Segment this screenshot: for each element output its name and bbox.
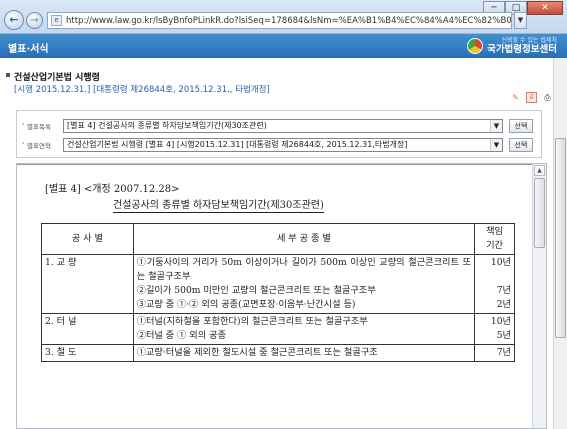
detail-entry: ①교량·터널을 제외한 철도시설 중 철근콘크리트 또는 철골구조	[136, 347, 378, 358]
site-header: 별표·서식 신뢰할 수 있는 법제처 국가법령정보센터	[0, 34, 567, 58]
construction-type-cell: 2. 터 널	[41, 313, 134, 345]
page-section-title: 별표·서식	[8, 44, 49, 55]
detail-cell: ①터널(지하철을 포함한다)의 철근콘크리트 또는 철골구조부 ②터널 중 ① 외…	[132, 313, 476, 345]
scroll-thumb[interactable]	[534, 178, 545, 248]
detail-entry: ②터널 중 ① 외의 공종	[136, 330, 227, 341]
page-scrollbar[interactable]	[553, 58, 567, 429]
column-header-detail: 세 부 공 종 별	[132, 223, 476, 255]
document-toolbar: ✎ ⇩ ⎙	[510, 92, 553, 103]
address-dropdown-button[interactable]: ▼	[514, 12, 527, 29]
table-row: 1. 교 량 ①기둥사이의 거리가 50m 이상이거나 길이가 500m 이상인 …	[41, 254, 515, 314]
construction-type-cell: 1. 교 량	[41, 254, 134, 314]
detail-entry: ③교량 중 ①·② 외의 공종(교면포장·이음부·난간시설 등)	[136, 299, 356, 310]
detail-cell: ①교량·터널을 제외한 철도시설 중 철근콘크리트 또는 철골구조	[132, 344, 476, 362]
address-bar[interactable]: e http://www.law.go.kr/lsByBnfoPLinkR.do…	[47, 12, 512, 29]
bookmark-icon[interactable]: ✎	[510, 92, 521, 103]
history-select-button[interactable]: 선택	[509, 138, 533, 152]
annex-selection-panel: 별표목록 [별표 4] 건설공사의 종류별 하자담보책임기간(제30조관련) ▼…	[16, 110, 542, 158]
brand-slogan: 신뢰할 수 있는 법제처	[501, 37, 557, 44]
annex-history-label: 별표연혁	[17, 139, 61, 150]
detail-entry: ①터널(지하철을 포함한다)의 철근콘크리트 또는 철골구조부	[136, 316, 368, 327]
detail-cell: ①기둥사이의 거리가 50m 이상이거나 길이가 500m 이상인 교량의 철근…	[132, 254, 476, 314]
table-header-row: 공 사 별 세 부 공 종 별 책임 기간	[41, 223, 515, 255]
page-icon: e	[51, 15, 62, 26]
annex-list-select[interactable]: [별표 4] 건설공사의 종류별 하자담보책임기간(제30조관련) ▼	[63, 119, 503, 133]
period-entry: 7년	[496, 347, 511, 358]
annex-history-row: 별표연혁 건설산업기본법 시행령 [별표 4] [시행2015.12.31] […	[17, 137, 541, 153]
period-header-line2: 기간	[486, 240, 503, 251]
scroll-up-button[interactable]: ▲	[534, 165, 545, 176]
period-entry: 10년	[490, 316, 511, 327]
back-button[interactable]: ←	[4, 10, 24, 30]
annex-title: 건설공사의 종류별 하자담보책임기간(제30조관련)	[113, 196, 324, 213]
period-entry: 5년	[496, 330, 511, 341]
table-body: 1. 교 량 ①기둥사이의 거리가 50m 이상이거나 길이가 500m 이상인 …	[41, 254, 515, 362]
document-scrollbar[interactable]: ▲	[532, 164, 546, 428]
period-header-line1: 책임	[486, 226, 503, 237]
table-row: 2. 터 널 ①터널(지하철을 포함한다)의 철근콘크리트 또는 철골구조부 ②터널…	[41, 313, 515, 345]
detail-entry: ②길이가 500m 미만인 교량의 철근콘크리트 또는 철골구조부	[136, 285, 376, 296]
period-entry: 7년	[496, 285, 511, 296]
detail-entry: ①기둥사이의 거리가 50m 이상이거나 길이가 500m 이상인 교량의 철근…	[136, 257, 472, 282]
document-viewer[interactable]: [별표 4] <개정 2007.12.28> 건설공사의 종류별 하자담보책임기…	[16, 163, 547, 429]
period-cell: 7년	[474, 344, 515, 362]
annex-heading: [별표 4] <개정 2007.12.28>	[45, 184, 180, 195]
column-header-type: 공 사 별	[41, 223, 134, 255]
site-brand[interactable]: 신뢰할 수 있는 법제처 국가법령정보센터	[467, 37, 557, 55]
logo-icon	[467, 38, 484, 54]
period-cell: 10년 7년 2년	[474, 254, 515, 314]
table-row: 3. 철 도 ①교량·터널을 제외한 철도시설 중 철근콘크리트 또는 철골구조 7…	[41, 344, 515, 362]
brand-name: 국가법령정보센터	[487, 44, 557, 55]
construction-type-cell: 3. 철 도	[41, 344, 134, 362]
annex-history-value: 건설산업기본법 시행령 [별표 4] [시행2015.12.31] [대통령령 …	[67, 140, 408, 149]
column-header-period: 책임 기간	[474, 223, 515, 255]
chevron-down-icon: ▼	[490, 120, 502, 132]
law-title: 건설산업기본법 시행령	[6, 70, 100, 83]
law-subtitle: [시행 2015.12.31.] [대통령령 제26844호, 2015.12.…	[14, 85, 270, 95]
page-scroll-thumb[interactable]	[555, 138, 566, 338]
period-entry: 2년	[496, 299, 511, 310]
annex-select-button[interactable]: 선택	[509, 119, 533, 133]
browser-toolbar: ─ □ ✕ ← → e http://www.law.go.kr/lsByBnf…	[0, 0, 567, 34]
period-cell: 10년 5년	[474, 313, 515, 345]
annex-list-row: 별표목록 [별표 4] 건설공사의 종류별 하자담보책임기간(제30조관련) ▼…	[17, 118, 541, 134]
save-icon[interactable]: ⇩	[526, 92, 537, 103]
url-text[interactable]: http://www.law.go.kr/lsByBnfoPLinkR.do?l…	[66, 16, 511, 26]
close-button[interactable]: ✕	[527, 1, 563, 15]
annex-history-select[interactable]: 건설산업기본법 시행령 [별표 4] [시행2015.12.31] [대통령령 …	[63, 138, 503, 152]
liability-period-table: 공 사 별 세 부 공 종 별 책임 기간 1. 교 량 ①기둥사이의 거리가 5…	[41, 223, 515, 362]
print-icon[interactable]: ⎙	[542, 92, 553, 103]
chevron-down-icon: ▼	[490, 139, 502, 151]
annex-list-label: 별표목록	[17, 120, 61, 131]
period-entry: 10년	[490, 257, 511, 268]
annex-list-value: [별표 4] 건설공사의 종류별 하자담보책임기간(제30조관련)	[67, 121, 267, 130]
forward-button[interactable]: →	[26, 12, 43, 29]
